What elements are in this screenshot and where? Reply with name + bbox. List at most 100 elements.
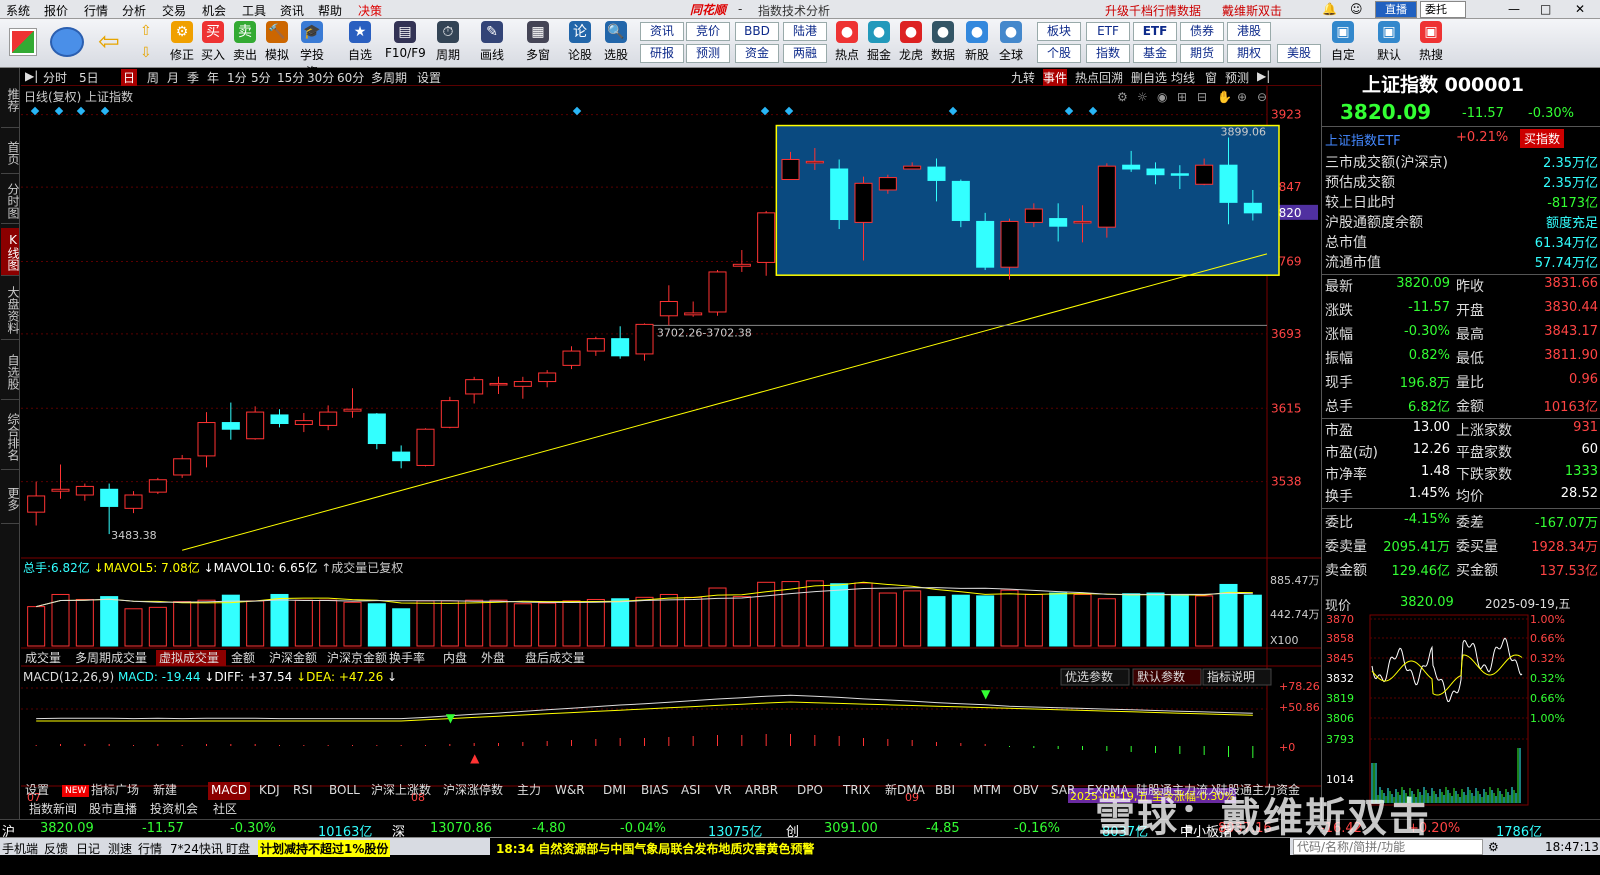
- left-rail-tab[interactable]: 自选股: [1, 344, 20, 400]
- toolbar-button[interactable]: ● 新股: [962, 21, 992, 63]
- volume-bar[interactable]: [1170, 593, 1189, 647]
- volume-bar[interactable]: [732, 596, 751, 647]
- volume-tab[interactable]: 金额: [231, 650, 255, 665]
- candle-body[interactable]: [1024, 208, 1043, 223]
- toolbar-button[interactable]: ● 掘金: [864, 21, 894, 63]
- chart-tool-tab[interactable]: 删自选: [1131, 69, 1167, 86]
- market-link-button[interactable]: 港股: [1227, 22, 1271, 41]
- indicator-tab[interactable]: 设置: [22, 782, 52, 800]
- indicator-tab[interactable]: VR: [712, 782, 735, 800]
- status-item[interactable]: 手机端: [2, 840, 38, 857]
- market-link-button[interactable]: 板块: [1037, 22, 1081, 41]
- candle-body[interactable]: [197, 422, 216, 457]
- volume-bar[interactable]: [1073, 593, 1092, 647]
- indicator-tab[interactable]: ASI: [678, 782, 703, 800]
- left-rail-tab[interactable]: 分时图: [1, 178, 20, 224]
- candle-body[interactable]: [51, 488, 70, 492]
- news-tab[interactable]: 指数新闻: [26, 801, 80, 819]
- left-rail-tab[interactable]: K线图: [1, 228, 20, 276]
- menu-item[interactable]: 决策: [358, 2, 382, 19]
- volume-bar[interactable]: [173, 601, 192, 647]
- candle-body[interactable]: [1097, 165, 1116, 228]
- indicator-tab[interactable]: OBV: [1010, 782, 1042, 800]
- intraday-mini-chart[interactable]: 387038583845383238193806379310141.00%0.6…: [1322, 611, 1600, 811]
- indicator-tab[interactable]: BBI: [932, 782, 958, 800]
- candle-body[interactable]: [513, 381, 532, 387]
- market-link-button[interactable]: 债券: [1180, 22, 1224, 41]
- news-tab[interactable]: 股市直播: [86, 801, 140, 819]
- candle-body[interactable]: [27, 495, 46, 513]
- market-link-button[interactable]: ETF: [1133, 22, 1177, 41]
- indicator-tab[interactable]: ARBR: [742, 782, 781, 800]
- candle-body[interactable]: [830, 168, 849, 221]
- candle-body[interactable]: [951, 180, 970, 221]
- gear-icon[interactable]: ⚙: [1488, 840, 1499, 854]
- volume-bar[interactable]: [27, 606, 46, 647]
- period-tab[interactable]: 月: [167, 69, 179, 86]
- status-item[interactable]: 反馈: [44, 840, 68, 857]
- robot-assistant-icon[interactable]: [50, 27, 84, 57]
- period-tab[interactable]: 1分: [227, 69, 247, 86]
- volume-bar[interactable]: [878, 592, 897, 647]
- status-item[interactable]: 日记: [76, 840, 100, 857]
- menu-item[interactable]: 系统: [6, 2, 30, 19]
- volume-bar[interactable]: [319, 599, 338, 647]
- period-tab[interactable]: 季: [187, 69, 199, 86]
- quick-link-button[interactable]: BBD: [735, 22, 779, 41]
- candle-body[interactable]: [124, 494, 143, 509]
- chart-tool-icon[interactable]: ⊕: [1237, 90, 1247, 104]
- volume-bar[interactable]: [75, 598, 94, 647]
- chart-tool-tab[interactable]: 均线: [1171, 69, 1195, 86]
- indicator-tab[interactable]: MTM: [970, 782, 1004, 800]
- candle-body[interactable]: [562, 350, 581, 366]
- candle-body[interactable]: [757, 212, 776, 263]
- volume-bar[interactable]: [367, 603, 386, 647]
- news-tab[interactable]: 投资机会: [147, 801, 201, 819]
- menu-item[interactable]: 报价: [44, 2, 68, 19]
- candle-body[interactable]: [732, 263, 751, 267]
- volume-tab[interactable]: 外盘: [481, 650, 505, 665]
- avatar-icon[interactable]: ☺: [1350, 2, 1363, 16]
- period-tab[interactable]: 多周期: [371, 69, 407, 86]
- market-link-button[interactable]: 指数: [1086, 44, 1130, 63]
- candle-body[interactable]: [1146, 168, 1165, 176]
- candle-body[interactable]: [221, 422, 240, 430]
- chart-tool-tab[interactable]: 预测: [1225, 69, 1249, 86]
- quick-link-button[interactable]: 资讯: [640, 22, 684, 41]
- menu-item[interactable]: 帮助: [318, 2, 342, 19]
- indicator-tab[interactable]: 沪深上涨数: [368, 782, 434, 800]
- volume-bar[interactable]: [440, 600, 459, 647]
- volume-tab[interactable]: 沪深京金额: [327, 650, 387, 665]
- volume-bar[interactable]: [1024, 593, 1043, 647]
- period-tab[interactable]: 分时: [43, 69, 67, 86]
- chart-tool-icon[interactable]: ☼: [1137, 90, 1148, 104]
- candle-body[interactable]: [246, 411, 265, 440]
- candle-body[interactable]: [538, 372, 557, 383]
- period-tab[interactable]: 30分: [307, 69, 334, 86]
- candle-body[interactable]: [416, 428, 435, 466]
- volume-bar[interactable]: [148, 606, 167, 647]
- candle-body[interactable]: [1000, 220, 1019, 268]
- candle-body[interactable]: [1243, 202, 1262, 214]
- candle-body[interactable]: [1073, 220, 1092, 224]
- left-rail-tab[interactable]: 推荐: [1, 72, 20, 128]
- candle-body[interactable]: [270, 414, 289, 425]
- chart-tool-icon[interactable]: ✋: [1217, 90, 1232, 104]
- volume-bar[interactable]: [465, 599, 484, 647]
- live-button[interactable]: 直播: [1375, 1, 1417, 18]
- volume-bar[interactable]: [708, 587, 727, 647]
- candle-body[interactable]: [586, 338, 605, 352]
- toolbar-button[interactable]: ● 龙虎: [896, 21, 926, 63]
- bell-icon[interactable]: 🔔: [1322, 2, 1337, 16]
- volume-bar[interactable]: [246, 600, 265, 647]
- toolbar-button[interactable]: ⚙ 修正: [167, 21, 197, 63]
- volume-bar[interactable]: [197, 599, 216, 647]
- volume-bar[interactable]: [1146, 592, 1165, 647]
- volume-tab[interactable]: 内盘: [443, 650, 467, 665]
- period-tab[interactable]: 周: [147, 69, 159, 86]
- candle-body[interactable]: [927, 166, 946, 181]
- volume-bar[interactable]: [124, 608, 143, 647]
- volume-bar[interactable]: [294, 599, 313, 647]
- period-tab[interactable]: 设置: [417, 69, 441, 86]
- candle-body[interactable]: [684, 312, 703, 316]
